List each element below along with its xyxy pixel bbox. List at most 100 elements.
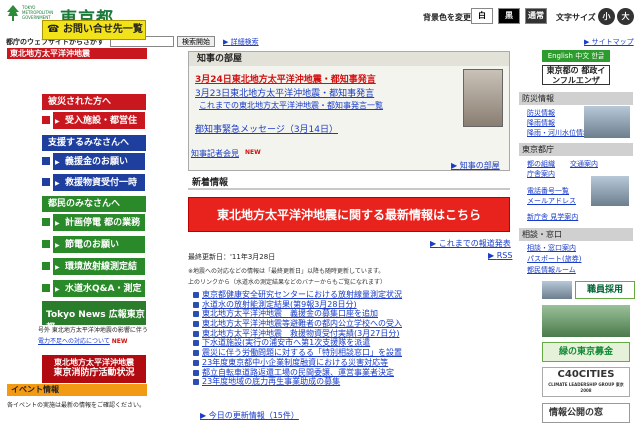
governor-room-label: 知事の部屋 — [459, 161, 500, 170]
governor-link-message[interactable]: 都知事緊急メッセージ（3月14日） — [195, 122, 338, 135]
promo-banner[interactable] — [542, 305, 630, 337]
c40-title: C40CITIES — [557, 369, 615, 380]
governor-photo — [463, 69, 503, 127]
list-item[interactable]: 東北地方太平洋沖地震 義援金の募集口座を追加 — [192, 309, 512, 319]
bg-normal-button[interactable]: 通常 — [525, 8, 547, 24]
list-item[interactable]: 下水道施設(実行の浦安市へ第1次支援隊を派遣 — [192, 338, 512, 348]
victims-bullet — [42, 116, 50, 124]
last-updated: 最終更新日：'11年3月28日 — [188, 253, 276, 261]
power-shortage-link[interactable]: 電力不足への対応について — [38, 338, 110, 345]
bg-white-button[interactable]: 白 — [471, 8, 493, 24]
citizens-bullet-3 — [42, 262, 50, 270]
citizens-bullet-1 — [42, 218, 50, 226]
governor-link-archive[interactable]: これまでの東北地方太平洋沖地震・都知事発言一覧 — [199, 100, 383, 111]
citizens-item-outage[interactable]: 計画停電 都の業務変更 — [52, 213, 146, 247]
new-tag: NEW — [111, 338, 128, 345]
office-link-org[interactable]: 都の組織 — [527, 159, 555, 169]
news-notice-line2: 上のリンクから（水道水の測定結果などのバナーからもご覧になれます） — [188, 279, 387, 286]
font-small-button[interactable]: 小 — [598, 8, 615, 25]
font-large-button[interactable]: 大 — [617, 8, 634, 25]
list-item[interactable]: 震災に伴う労働問題に対するる「特別相談窓口」を設置 — [192, 348, 512, 358]
citizens-bullet-4 — [42, 284, 50, 292]
list-item[interactable]: 水道水の放射能測定結果(第9報3月28日分) — [192, 300, 512, 310]
c40-subtitle: CLIMATE LEADERSHIP GROUP 東京 2008 — [548, 382, 624, 393]
fire-dept-banner[interactable]: 東北地方太平洋沖地震 東京消防庁活動状況 — [42, 355, 146, 383]
detail-search-link[interactable]: ▶ 詳細検索 — [223, 37, 259, 47]
fire-dept-line2: 東京消防庁活動状況 — [53, 368, 135, 378]
disaster-heading: 防災情報 — [519, 92, 633, 105]
language-links[interactable]: English 中文 한글 — [542, 50, 610, 62]
search-button[interactable]: 検索開始 — [177, 36, 215, 47]
governor-link-0324[interactable]: 3月24日東北地方太平洋沖地震・都知事発言 — [195, 72, 376, 85]
list-item[interactable]: 東京都健康安全研究センターにおける放射線量測定状況 — [192, 290, 512, 300]
sitemap-label: サイトマップ — [591, 38, 634, 46]
c40-banner[interactable]: C40CITIES CLIMATE LEADERSHIP GROUP 東京 20… — [542, 367, 630, 397]
office-heading: 東京都庁 — [519, 143, 633, 156]
latest-quake-info-banner[interactable]: 東北地方太平洋沖地震に関する最新情報はこちら — [188, 197, 510, 232]
support-heading: 支援するみなさんへ — [42, 135, 146, 151]
today-updates-link[interactable]: ▶ 今日の更新情報（15件） — [200, 410, 299, 421]
support-item-donation[interactable]: 義援金のお願い — [52, 152, 146, 172]
tokyo-logo-icon[interactable] — [6, 4, 20, 22]
list-item[interactable]: 都立自転車道路返還工場の民間委譲、運営事業者決定 — [192, 368, 512, 378]
list-item[interactable]: 23年度東京都中小企業制度融資における災害対応等 — [192, 358, 512, 368]
citizens-item-power-saving[interactable]: 節電のお願い — [52, 235, 146, 255]
past-press-link[interactable]: ▶ これまでの報道発表 — [430, 238, 511, 249]
support-bullet-2 — [42, 178, 50, 186]
tokyo-news-badge[interactable]: Tokyo News 広報東京都 — [42, 301, 146, 333]
office-link-tour[interactable]: 新庁舎 見学案内 — [527, 212, 578, 222]
news-notice: ※地震への対応などの情報は「最終更新日」以降も随時更新しています。 上のリンクか… — [188, 265, 508, 289]
past-press-label: これまでの報道発表 — [438, 239, 511, 248]
list-item[interactable]: 23年度地域の底力再生事業助成の募集 — [192, 377, 512, 387]
disaster-link-info[interactable]: 防災情報 — [527, 108, 555, 118]
left-notice: 号外 東北地方太平洋沖地震の影響に伴う 電力不足への対応について NEW — [38, 325, 148, 347]
rss-link[interactable]: ▶ RSS — [488, 251, 512, 260]
office-link-phone[interactable]: 電話番号一覧 — [527, 186, 569, 196]
fire-dept-line1: 東北地方太平洋沖地震 — [54, 358, 134, 367]
governor-box: 知事の部屋 3月24日東北地方太平洋沖地震・都知事発言 3月23日東北地方太平洋… — [188, 51, 510, 171]
governor-room-link[interactable]: ▶ 知事の部屋 — [451, 160, 500, 171]
press-conference-link[interactable]: 知事記者会見 — [191, 148, 239, 159]
press-new-tag: NEW — [245, 149, 261, 156]
support-item-supplies[interactable]: 救援物資受付一時中止 — [52, 173, 146, 207]
contact-list-button[interactable]: ☎ お問い合せ先一覧 — [42, 20, 146, 40]
citizens-item-radiation[interactable]: 環境放射線測定結果 — [52, 257, 146, 291]
sitemap-link[interactable]: ▶ サイトマップ — [584, 37, 634, 47]
list-item[interactable]: 東北地方太平洋沖地震等避難者の都内公立学校への受入 — [192, 319, 512, 329]
disaster-link-river[interactable]: 降雨・河川水位情報 — [527, 128, 590, 138]
support-bullet-1 — [42, 157, 50, 165]
office-thumbnail — [591, 176, 629, 206]
event-note: 各イベントの実施は最新の情報をご確認ください。 — [7, 402, 146, 409]
today-updates-label: 今日の更新情報（15件） — [208, 411, 299, 420]
background-color-label: 背景色を変更 — [423, 13, 471, 22]
infra-banner[interactable]: 東京都の 都政インフルエンザ — [542, 65, 610, 85]
victims-heading: 被災された方へ — [42, 94, 146, 110]
green-fund-banner[interactable]: 緑の東京募金 — [542, 342, 630, 362]
consult-heading: 相談・窓口 — [519, 228, 633, 241]
detail-search-label: 詳細検索 — [230, 38, 259, 46]
office-link-building[interactable]: 庁舎案内 — [527, 169, 555, 179]
disaster-thumbnail — [584, 106, 630, 138]
left-column: 東北地方太平洋沖地震 — [7, 48, 147, 59]
consult-link-passport[interactable]: パスポート(旅券) — [527, 254, 581, 264]
font-size-label: 文字サイズ — [556, 13, 596, 22]
news-heading: 新着情報 — [188, 176, 510, 190]
consult-link-guide[interactable]: 相談・窓口案内 — [527, 243, 576, 253]
consult-link-room[interactable]: 都民情報ルーム — [527, 265, 576, 275]
disclosure-banner[interactable]: 情報公開の窓 — [542, 403, 630, 423]
citizens-item-tapwater[interactable]: 水道水Q&A・測定結果 — [52, 279, 146, 313]
quake-heading: 東北地方太平洋沖地震 — [7, 48, 147, 59]
victims-item-housing[interactable]: 受入施設・都営住宅等 — [52, 111, 146, 145]
citizens-heading: 都民のみなさんへ — [42, 196, 146, 212]
office-link-email[interactable]: メールアドレス — [527, 196, 576, 206]
staff-recruit-banner[interactable]: 職員採用 — [575, 281, 635, 299]
list-item[interactable]: 東北地方太平洋沖地震 救援物資受付実績(3月27日分) — [192, 329, 512, 339]
left-notice-line1: 号外 東北地方太平洋沖地震の影響に伴う — [38, 327, 148, 334]
contact-label: お問い合せ先一覧 — [62, 24, 143, 35]
event-heading: イベント情報 — [7, 384, 147, 396]
governor-link-0323[interactable]: 3月23日東北地方太平洋沖地震・都知事発言 — [195, 86, 374, 99]
bg-black-button[interactable]: 黒 — [498, 8, 520, 24]
office-link-access[interactable]: 交通案内 — [570, 159, 598, 169]
disaster-link-rain[interactable]: 降雨情報 — [527, 118, 555, 128]
recruit-thumbnail — [542, 281, 572, 299]
